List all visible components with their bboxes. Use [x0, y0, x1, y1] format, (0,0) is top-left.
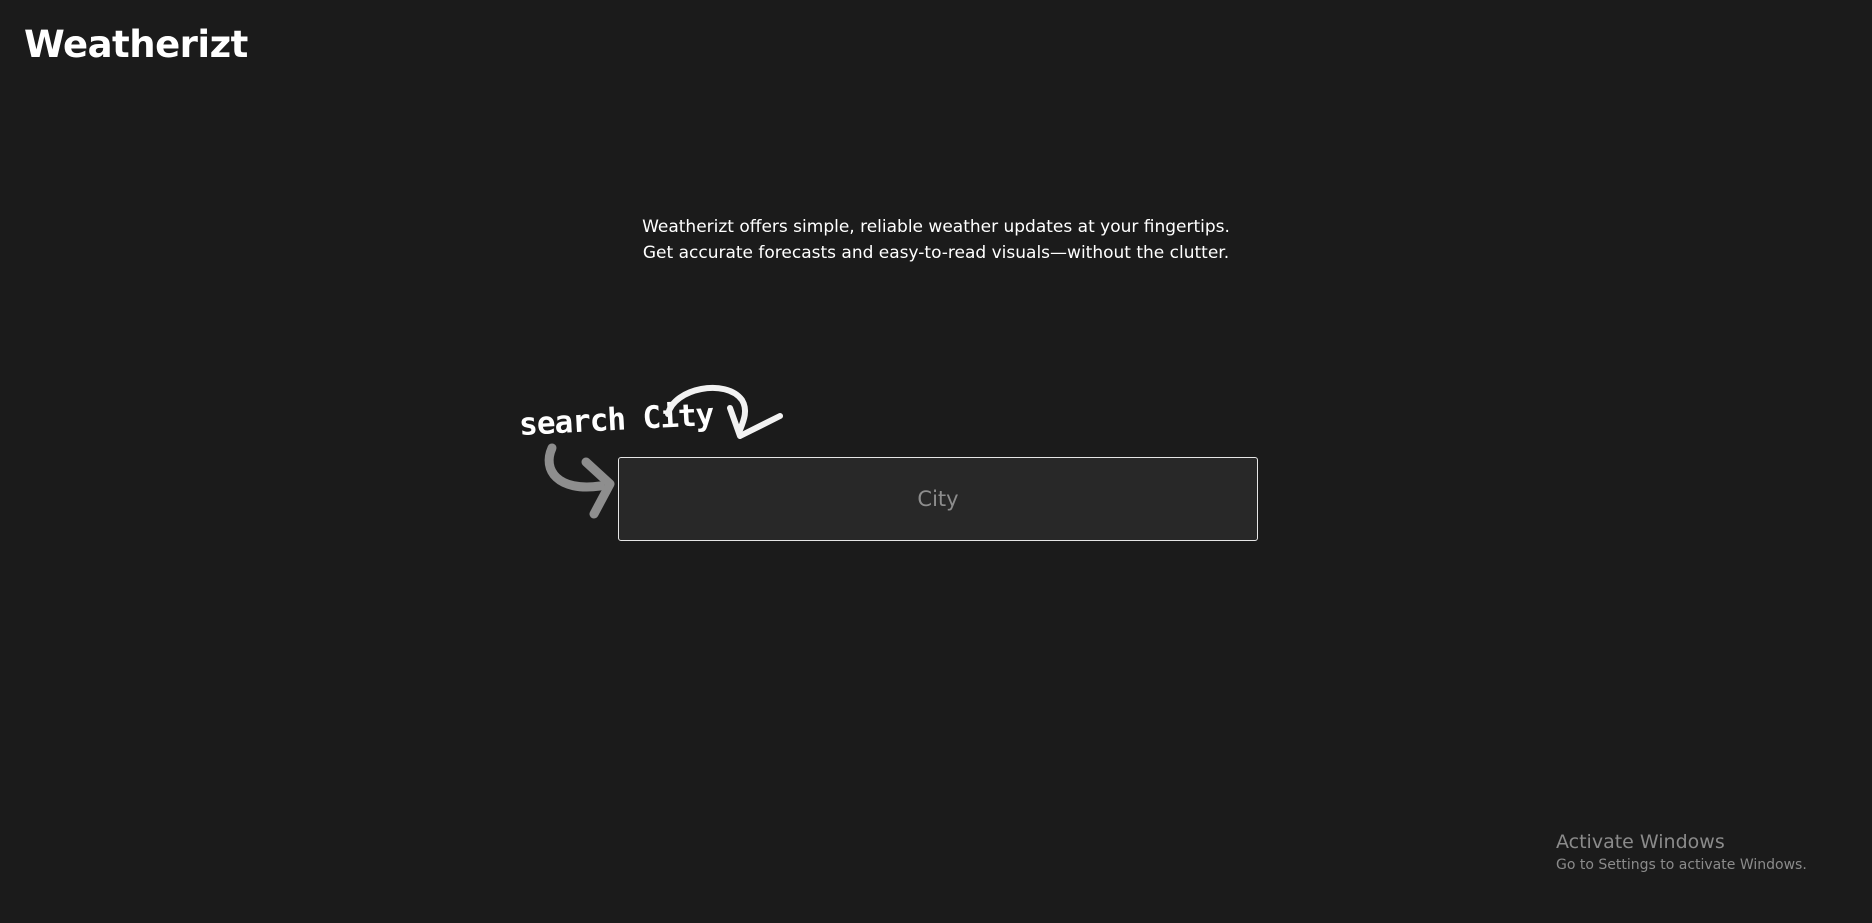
city-search-input[interactable] [618, 457, 1258, 541]
watermark-subtitle: Go to Settings to activate Windows. [1556, 857, 1807, 873]
page: Weatherizt Weatherizt offers simple, rel… [0, 0, 1872, 923]
watermark-title: Activate Windows [1556, 831, 1725, 853]
curved-arrow-icon [665, 384, 783, 439]
brand-logo[interactable]: Weatherizt [24, 26, 248, 63]
windows-activation-watermark: Activate Windows Go to Settings to activ… [1556, 829, 1807, 875]
curved-arrow-icon [544, 443, 615, 519]
hero-description: Weatherizt offers simple, reliable weath… [642, 217, 1230, 263]
